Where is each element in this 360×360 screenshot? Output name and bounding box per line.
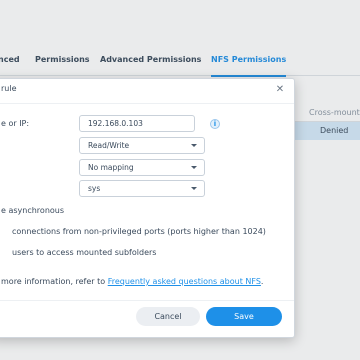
security-value: sys — [88, 184, 101, 193]
help-text: more information, refer to Frequently as… — [1, 277, 263, 286]
close-icon[interactable]: ✕ — [274, 84, 286, 96]
help-suffix: . — [260, 277, 264, 286]
help-prefix: more information, refer to — [1, 277, 108, 286]
non-privileged-ports-option-label[interactable]: connections from non-privileged ports (p… — [12, 227, 266, 236]
chevron-down-icon — [191, 166, 197, 169]
squash-value: No mapping — [88, 163, 134, 172]
mounted-subfolders-option-label[interactable]: users to access mounted subfolders — [12, 248, 156, 257]
chevron-down-icon — [191, 144, 197, 147]
nfs-rule-dialog: rule ✕ e or IP: 192.168.0.103 i Read/Wri… — [0, 78, 295, 338]
divider — [0, 103, 294, 104]
divider — [0, 300, 294, 301]
hostname-input[interactable]: 192.168.0.103 — [79, 115, 195, 132]
save-button[interactable]: Save — [206, 307, 282, 326]
async-option-label[interactable]: e asynchronous — [1, 206, 64, 215]
squash-select[interactable]: No mapping — [79, 159, 205, 176]
cancel-button[interactable]: Cancel — [136, 307, 200, 326]
info-icon[interactable]: i — [210, 119, 220, 129]
security-select[interactable]: sys — [79, 180, 205, 197]
chevron-down-icon — [191, 187, 197, 190]
privilege-value: Read/Write — [88, 141, 130, 150]
dialog-title: rule — [1, 84, 17, 93]
hostname-label: e or IP: — [1, 119, 30, 128]
privilege-select[interactable]: Read/Write — [79, 137, 205, 154]
nfs-faq-link[interactable]: Frequently asked questions about NFS — [108, 277, 261, 286]
